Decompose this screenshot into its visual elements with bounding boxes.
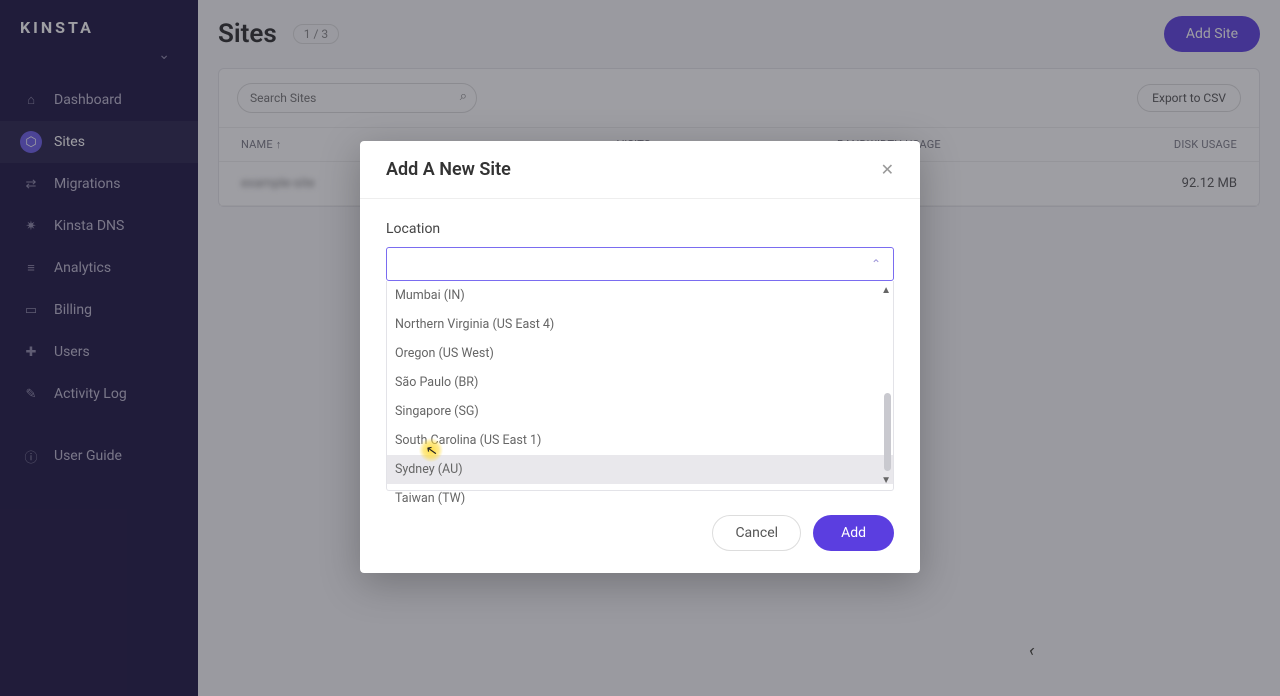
add-button[interactable]: Add: [813, 515, 894, 551]
location-option[interactable]: São Paulo (BR): [387, 368, 893, 397]
location-select[interactable]: ⌃: [386, 247, 894, 281]
location-option[interactable]: Northern Virginia (US East 4): [387, 310, 893, 339]
modal-header: Add A New Site ✕: [360, 141, 920, 199]
scroll-up-icon[interactable]: ▲: [881, 285, 891, 296]
location-option[interactable]: Oregon (US West): [387, 339, 893, 368]
cancel-button[interactable]: Cancel: [712, 515, 801, 551]
close-icon: ✕: [881, 160, 894, 179]
location-option[interactable]: Sydney (AU): [387, 455, 893, 484]
scrollbar-thumb[interactable]: [884, 393, 891, 471]
scroll-down-icon[interactable]: ▼: [881, 475, 891, 486]
location-option[interactable]: Mumbai (IN): [387, 281, 893, 310]
modal-body: Location ⌃ ▲ Mumbai (IN)Northern Virgini…: [360, 199, 920, 499]
chevron-up-icon: ⌃: [871, 257, 881, 271]
location-dropdown: ▲ Mumbai (IN)Northern Virginia (US East …: [386, 281, 894, 491]
close-button[interactable]: ✕: [881, 160, 894, 179]
location-option[interactable]: Singapore (SG): [387, 397, 893, 426]
location-option[interactable]: South Carolina (US East 1): [387, 426, 893, 455]
modal-title: Add A New Site: [386, 159, 511, 180]
add-site-modal: Add A New Site ✕ Location ⌃ ▲ Mumbai (IN…: [360, 141, 920, 573]
location-field-label: Location: [386, 221, 894, 237]
location-option[interactable]: Taiwan (TW): [387, 484, 893, 513]
